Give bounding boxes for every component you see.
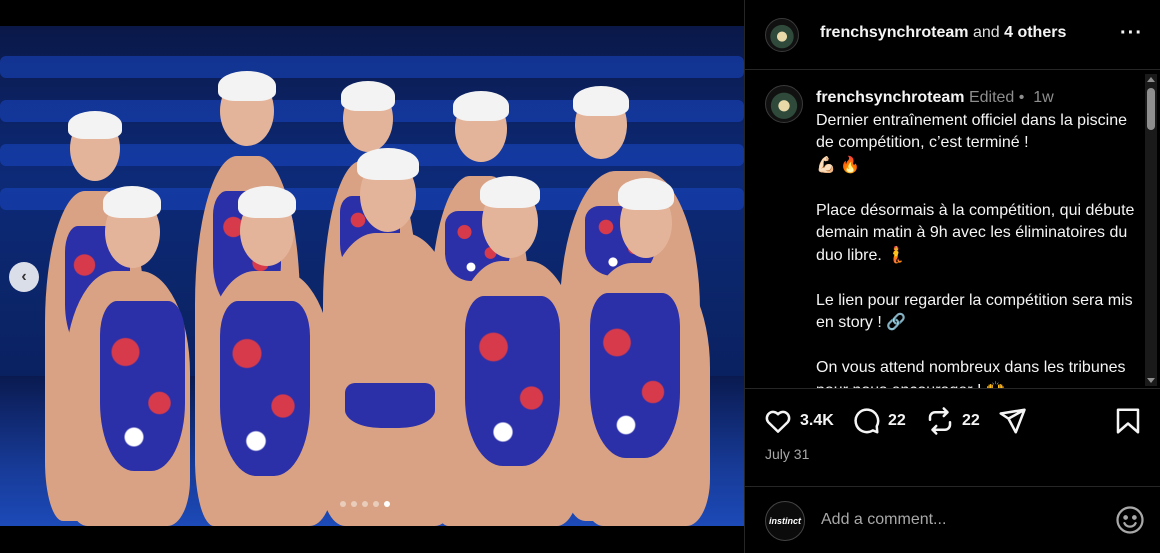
- caption-paragraph-3: Le lien pour regarder la compétition ser…: [816, 291, 1138, 332]
- viewer-avatar[interactable]: instinct: [765, 501, 805, 541]
- caption-paragraph-2: Place désormais à la compétition, qui dé…: [816, 201, 1139, 264]
- authors-connector: and: [968, 24, 1005, 41]
- post-authors: frenchsynchroteam and 4 others: [820, 24, 1066, 42]
- caption-scrollbar[interactable]: [1145, 74, 1157, 386]
- repost-count: 22: [962, 412, 980, 429]
- team-photo: [0, 26, 744, 526]
- edited-label: Edited: [968, 89, 1015, 106]
- carousel-dot: [351, 501, 357, 507]
- caption-author-avatar[interactable]: [765, 85, 803, 123]
- like-count[interactable]: 3.4K: [800, 412, 834, 430]
- repost-icon: [928, 407, 952, 435]
- post-actions: 3.4K 22 22: [745, 390, 1160, 450]
- other-collaborators-link[interactable]: 4 others: [1004, 24, 1066, 41]
- carousel-dot-active: [384, 501, 390, 507]
- comment-count: 22: [888, 412, 906, 429]
- comment-icon: [854, 408, 880, 434]
- share-button[interactable]: [997, 406, 1027, 436]
- caption-scroll-area[interactable]: frenchsynchroteam Edited • 1w Dernier en…: [745, 71, 1160, 389]
- meta-separator: •: [1014, 89, 1029, 106]
- comment-composer: instinct Add a comment...: [745, 486, 1160, 553]
- author-avatar[interactable]: [765, 18, 799, 52]
- scroll-down-icon[interactable]: [1147, 378, 1155, 383]
- comment-input[interactable]: Add a comment...: [821, 511, 946, 529]
- comment-button[interactable]: 22: [851, 406, 906, 436]
- like-button[interactable]: 3.4K: [763, 406, 834, 436]
- more-options-button[interactable]: ···: [1120, 22, 1143, 45]
- author-username[interactable]: frenchsynchroteam: [820, 24, 969, 41]
- post-side-panel: frenchsynchroteam and 4 others ··· frenc…: [744, 0, 1160, 553]
- emoji-icon[interactable]: [1115, 505, 1145, 535]
- chevron-left-icon: ‹: [21, 268, 27, 285]
- caption-emoji-1: 💪🏻 🔥: [816, 156, 861, 174]
- caption-line-1: Dernier entraînement officiel dans la pi…: [816, 111, 1132, 152]
- post-caption: frenchsynchroteam Edited • 1w Dernier en…: [816, 87, 1139, 388]
- bookmark-icon: [1116, 408, 1140, 434]
- post-media[interactable]: ‹: [0, 0, 744, 553]
- scroll-up-icon[interactable]: [1147, 77, 1155, 82]
- post-timestamp[interactable]: 1w: [1033, 89, 1053, 106]
- repost-button[interactable]: 22: [925, 406, 980, 436]
- post-header: frenchsynchroteam and 4 others ···: [745, 0, 1160, 70]
- send-icon: [999, 408, 1026, 434]
- more-horizontal-icon: ···: [1120, 22, 1143, 44]
- carousel-indicator: [340, 501, 390, 507]
- carousel-prev-button[interactable]: ‹: [9, 262, 39, 292]
- scrollbar-thumb[interactable]: [1147, 88, 1155, 130]
- heart-icon: [765, 410, 791, 433]
- save-button[interactable]: [1113, 406, 1143, 436]
- carousel-dot: [373, 501, 379, 507]
- caption-paragraph-4: On vous attend nombreux dans les tribune…: [816, 359, 1126, 388]
- post-date[interactable]: July 31: [765, 446, 809, 462]
- carousel-dot: [340, 501, 346, 507]
- carousel-dot: [362, 501, 368, 507]
- caption-username[interactable]: frenchsynchroteam: [816, 89, 965, 106]
